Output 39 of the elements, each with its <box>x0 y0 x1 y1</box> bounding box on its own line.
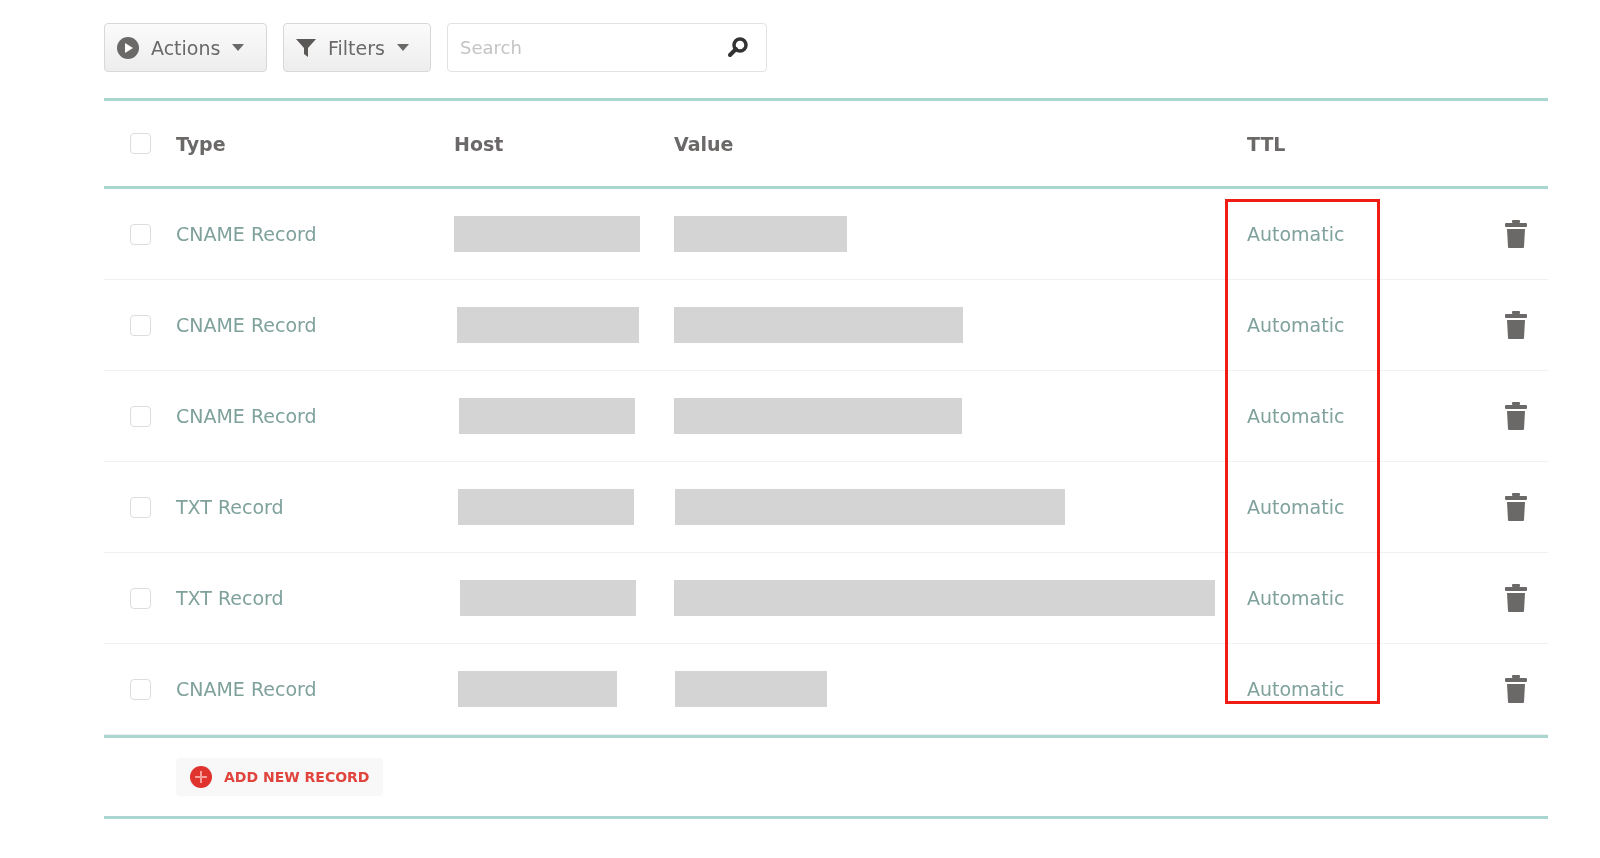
trash-icon[interactable] <box>1504 584 1527 612</box>
add-record-button[interactable]: ADD NEW RECORD <box>176 758 384 796</box>
checkbox[interactable] <box>129 133 151 154</box>
search-icon <box>727 36 749 58</box>
column-header: TTL <box>1247 132 1286 155</box>
record-type[interactable]: TXT Record <box>176 496 284 518</box>
record-type[interactable]: CNAME Record <box>176 405 317 427</box>
checkbox[interactable] <box>129 223 151 245</box>
ttl-value[interactable]: Automatic <box>1247 678 1345 700</box>
trash-icon[interactable] <box>1504 493 1527 521</box>
filters-button[interactable]: Filters <box>283 23 431 72</box>
plus-circle-icon <box>190 766 212 788</box>
actions-button[interactable]: Actions <box>104 23 267 72</box>
record-type[interactable]: TXT Record <box>176 587 284 609</box>
checkbox[interactable] <box>129 496 151 518</box>
checkbox[interactable] <box>129 587 151 609</box>
search-field[interactable]: Search <box>447 23 767 72</box>
ttl-value[interactable]: Automatic <box>1247 223 1345 245</box>
record-type[interactable]: CNAME Record <box>176 678 317 700</box>
funnel-icon <box>296 37 316 58</box>
caret-icon <box>396 44 409 51</box>
column-header: Type <box>176 132 226 155</box>
play-icon <box>117 36 139 59</box>
ttl-value[interactable]: Automatic <box>1247 405 1345 427</box>
ttl-value[interactable]: Automatic <box>1247 587 1345 609</box>
column-header: Value <box>674 132 734 155</box>
trash-icon[interactable] <box>1504 311 1527 339</box>
trash-icon[interactable] <box>1504 220 1527 248</box>
ttl-value[interactable]: Automatic <box>1247 314 1345 336</box>
checkbox[interactable] <box>129 405 151 427</box>
record-type[interactable]: CNAME Record <box>176 314 317 336</box>
record-type[interactable]: CNAME Record <box>176 223 317 245</box>
ttl-value[interactable]: Automatic <box>1247 496 1345 518</box>
checkbox[interactable] <box>129 314 151 336</box>
checkbox[interactable] <box>129 678 151 700</box>
column-header: Host <box>454 132 504 155</box>
trash-icon[interactable] <box>1504 675 1527 703</box>
trash-icon[interactable] <box>1504 402 1527 430</box>
caret-icon <box>232 44 245 51</box>
